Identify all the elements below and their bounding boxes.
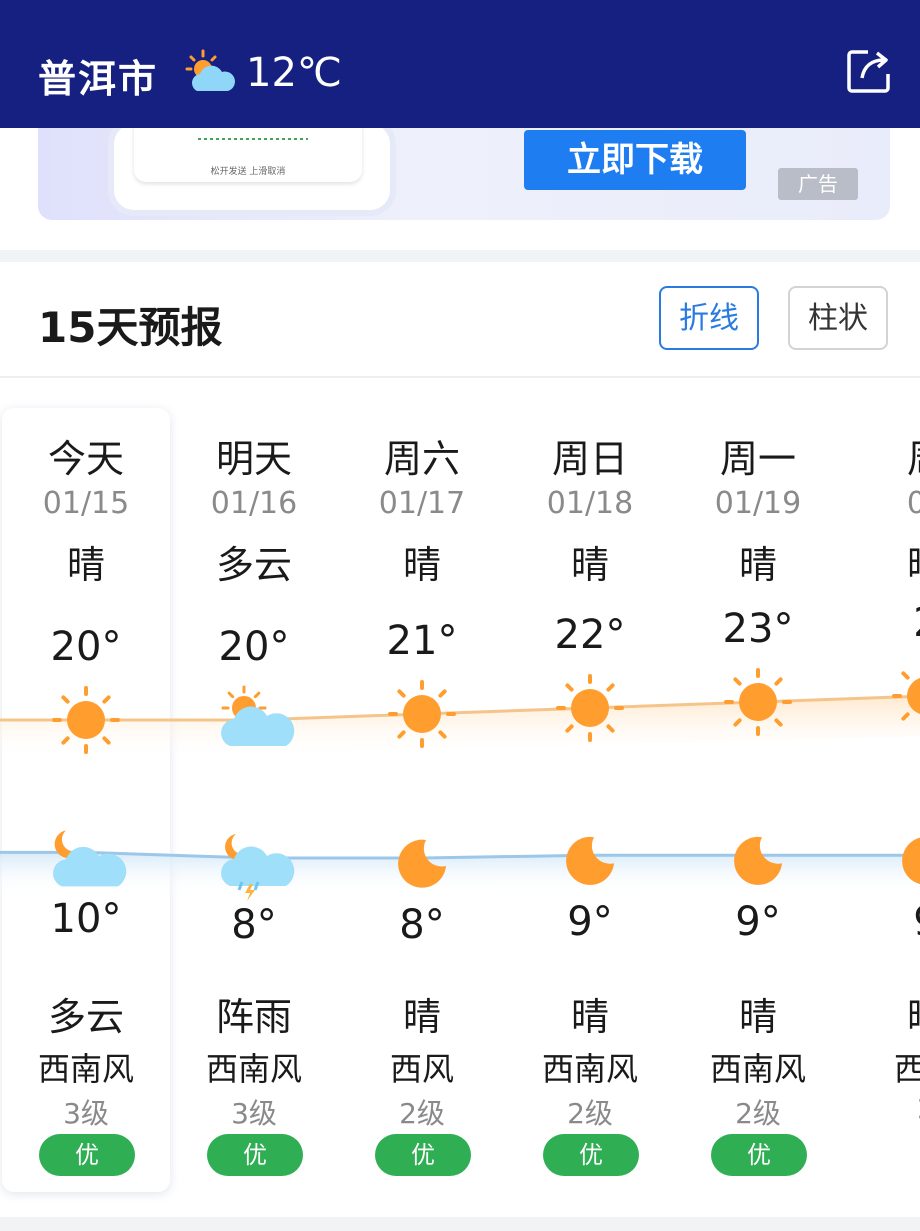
current-temperature: 12℃ (246, 50, 342, 96)
day-label: 周日 (551, 437, 628, 481)
wind-level-label: 2 (842, 1092, 920, 1125)
high-temp-label: 20° (50, 624, 122, 670)
low-temp-label: 10° (50, 896, 122, 943)
day-weather-label: 多云 (215, 543, 292, 587)
day-label: 周六 (383, 437, 460, 481)
wind-direction-label: 西南风 (37, 1050, 134, 1088)
partly-cloudy-day-icon (185, 49, 235, 91)
forecast-day-column[interactable]: 周01晴晴西南229 (842, 378, 920, 1217)
day-label: 明天 (215, 437, 292, 481)
share-icon[interactable] (846, 48, 892, 94)
date-label: 01/16 (210, 486, 298, 521)
low-temp-label: 8° (399, 902, 445, 948)
wind-level-label: 2级 (399, 1097, 445, 1130)
day-weather-label: 晴 (842, 534, 920, 589)
aqi-badge: 优 (543, 1134, 639, 1176)
day-label: 今天 (47, 437, 124, 481)
line-view-toggle[interactable]: 折线 (659, 286, 759, 350)
low-temp-label: 9 (842, 899, 920, 945)
aqi-badge: 优 (375, 1134, 471, 1176)
top-bar: 普洱市 12℃ (0, 0, 920, 128)
aqi-badge: 优 (711, 1134, 807, 1176)
low-temp-label: 8° (231, 902, 277, 948)
wind-level-label: 2级 (567, 1097, 613, 1130)
ad-banner[interactable]: 松开发送 上滑取消 立即下载 广告 (38, 128, 890, 220)
night-weather-label: 晴 (738, 995, 777, 1039)
city-name[interactable]: 普洱市 (38, 48, 158, 103)
forecast-day-column[interactable]: 今天 01/15 晴多云西南风 3级 20° 10° 优 (2, 378, 170, 1217)
bar-view-toggle[interactable]: 柱状 (788, 286, 888, 350)
aqi-badge: 优 (207, 1134, 303, 1176)
bottom-strip (0, 1217, 920, 1231)
wind-direction-label: 西南风 (205, 1050, 302, 1088)
forecast-card: 15天预报 折线 柱状 今天 01/15 晴多云 西南风 3级 20° 10° 优明天 01/1… (0, 262, 920, 1217)
forecast-title: 15天预报 (38, 303, 223, 352)
date-label: 01/19 (714, 486, 802, 521)
low-temp-label: 9° (567, 899, 613, 946)
wind-level-label: 3级 (231, 1097, 277, 1130)
wind-level-label: 3级 (63, 1097, 109, 1130)
high-temp-label: 2 (842, 600, 920, 646)
night-weather-label: 多云 (47, 995, 124, 1039)
date-label: 01/18 (546, 486, 634, 521)
forecast-day-column[interactable]: 周日 01/18 晴晴西南风 2级 22° 9° 优 (506, 378, 674, 1217)
high-temp-label: 22° (554, 612, 626, 658)
night-weather-label: 晴 (402, 995, 441, 1039)
ad-banner-area: 松开发送 上滑取消 立即下载 广告 (0, 128, 920, 250)
day-label: 周一 (719, 437, 796, 481)
forecast-day-column[interactable]: 明天 01/16 多云阵雨西南风 3级 20° 8° 优 (170, 378, 338, 1217)
forecast-day-column[interactable]: 周一 01/19 晴晴西南风 2级 23° 9° 优 (674, 378, 842, 1217)
day-weather-label: 晴 (570, 543, 609, 587)
day-weather-label: 晴 (402, 543, 441, 587)
wind-direction-label: 西南风 (709, 1050, 806, 1088)
wind-direction-label: 西风 (389, 1050, 454, 1088)
date-label: 01 (906, 486, 920, 521)
ad-hint-text: 松开发送 上滑取消 (210, 167, 286, 177)
low-temp-label: 9° (735, 899, 781, 946)
high-temp-label: 23° (722, 606, 794, 652)
date-label: 01/15 (42, 486, 130, 521)
high-temp-label: 20° (218, 624, 290, 670)
day-label: 周 (842, 428, 920, 483)
night-weather-label: 晴 (570, 995, 609, 1039)
voice-wave-graphic (198, 138, 308, 140)
night-weather-label: 晴 (842, 986, 920, 1041)
night-weather-label: 阵雨 (215, 995, 292, 1039)
high-temp-label: 21° (386, 618, 458, 664)
wind-direction-label: 西南 (893, 1050, 920, 1088)
wind-level-label: 2级 (735, 1097, 781, 1130)
forecast-columns[interactable]: 今天 01/15 晴多云 西南风 3级 20° 10° 优明天 01/16 多云 阵雨 西南风 3级 20… (0, 378, 920, 1217)
aqi-badge: 优 (39, 1134, 135, 1176)
download-button[interactable]: 立即下载 (524, 130, 746, 190)
ad-phone-image: 松开发送 上滑取消 (108, 128, 396, 216)
day-weather-label: 晴 (66, 543, 105, 587)
ad-badge: 广告 (778, 168, 858, 200)
forecast-day-column[interactable]: 周六 01/17 晴晴西风 2级 21° 8° 优 (338, 378, 506, 1217)
date-label: 01/17 (378, 486, 466, 521)
wind-direction-label: 西南风 (541, 1050, 638, 1088)
day-weather-label: 晴 (738, 543, 777, 587)
